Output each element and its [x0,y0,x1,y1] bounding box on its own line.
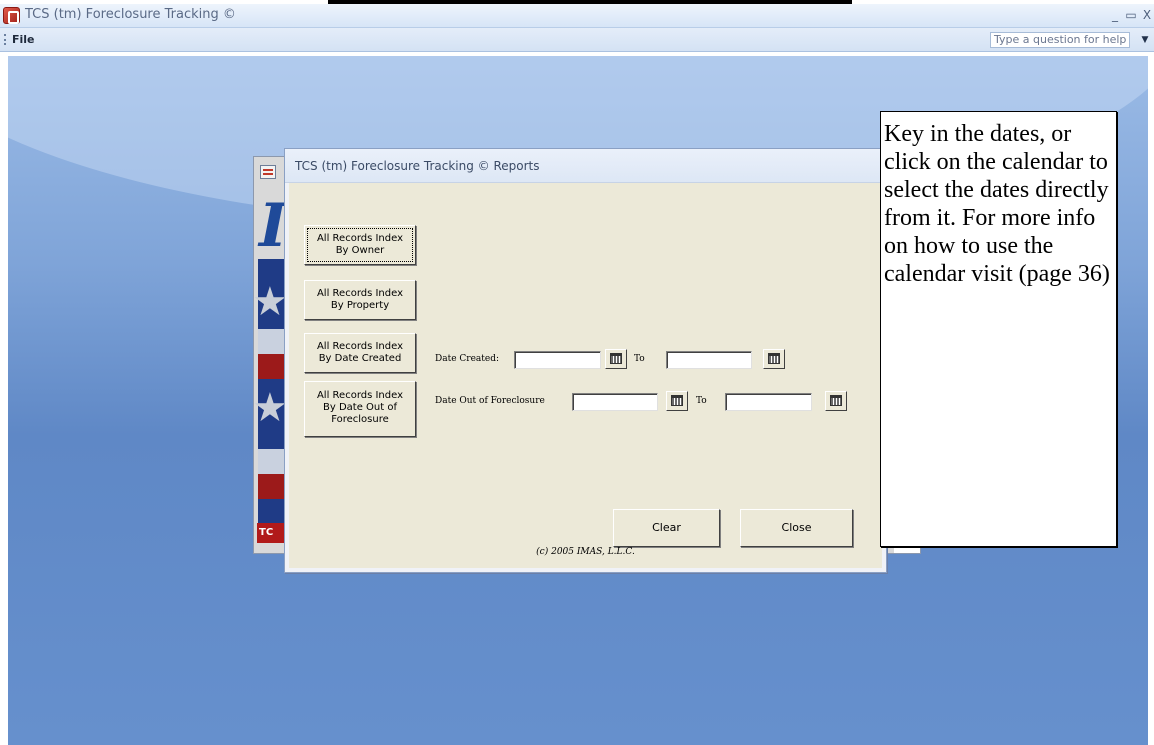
date-created-from-input[interactable] [514,351,601,369]
menu-grip-icon[interactable] [4,34,7,45]
button-label-line: By Date Created [318,353,402,364]
clear-button[interactable]: Clear [613,509,720,547]
form-icon [260,165,276,179]
calendar-icon [768,353,780,364]
date-created-to-calendar-button[interactable] [763,349,785,369]
help-question-input[interactable]: Type a question for help [990,32,1130,48]
button-label-line: All Records Index [316,288,404,299]
date-out-to-calendar-button[interactable] [825,391,847,411]
date-out-from-input[interactable] [572,393,658,411]
report-by-property-button[interactable]: All Records Index By Property [304,280,416,320]
report-by-date-created-button[interactable]: All Records Index By Date Created [304,333,416,373]
calendar-icon [830,395,842,406]
date-created-to-input[interactable] [666,351,752,369]
dialog-titlebar[interactable]: TCS (tm) Foreclosure Tracking © Reports [285,149,886,183]
report-by-date-out-button[interactable]: All Records Index By Date Out of Foreclo… [304,381,416,437]
date-out-label: Date Out of Foreclosure [435,396,545,406]
button-label-line: All Records Index [316,390,404,401]
instruction-callout: Key in the dates, or click on the calend… [880,111,1117,547]
report-by-owner-button[interactable]: All Records Index By Owner [304,225,416,265]
button-label-line: All Records Index [316,233,404,244]
close-button[interactable]: Close [740,509,853,547]
reports-dialog: TCS (tm) Foreclosure Tracking © Reports … [284,148,887,573]
star-icon: ★ [252,385,288,431]
menu-item-file[interactable]: File [12,33,35,46]
date-out-to-input[interactable] [725,393,812,411]
menu-bar: File Type a question for help ▼ [0,28,1154,52]
to-label: To [634,354,645,364]
dialog-title: TCS (tm) Foreclosure Tracking © Reports [295,159,540,173]
date-out-from-calendar-button[interactable] [666,391,688,411]
star-icon: ★ [252,279,288,325]
date-created-from-calendar-button[interactable] [605,349,627,369]
app-titlebar: TCS (tm) Foreclosure Tracking © _ ▭ X [0,4,1154,28]
access-app-window: TCS (tm) Foreclosure Tracking © _ ▭ X Fi… [0,4,1154,745]
button-label-line: All Records Index [316,341,404,352]
app-title: TCS (tm) Foreclosure Tracking © [25,7,236,22]
button-label-line: By Owner [335,245,385,256]
splash-edge-bar [894,547,920,553]
calendar-icon [671,395,683,406]
access-app-icon[interactable] [3,7,20,24]
date-created-label: Date Created: [435,354,500,364]
button-label-line: By Date Out of [323,402,397,413]
copyright-text: (c) 2005 IMAS, L.L.C. [536,547,635,557]
button-label-line: Foreclosure [331,414,389,425]
callout-text: Key in the dates, or click on the calend… [884,121,1110,287]
chevron-down-icon[interactable]: ▼ [1138,32,1152,48]
calendar-icon [610,353,622,364]
button-label-line: By Property [330,300,390,311]
dialog-body: All Records Index By Owner All Records I… [289,183,882,568]
splash-logo-letter: I [259,191,288,261]
to-label: To [696,396,707,406]
close-window-button[interactable]: X [1138,6,1154,24]
